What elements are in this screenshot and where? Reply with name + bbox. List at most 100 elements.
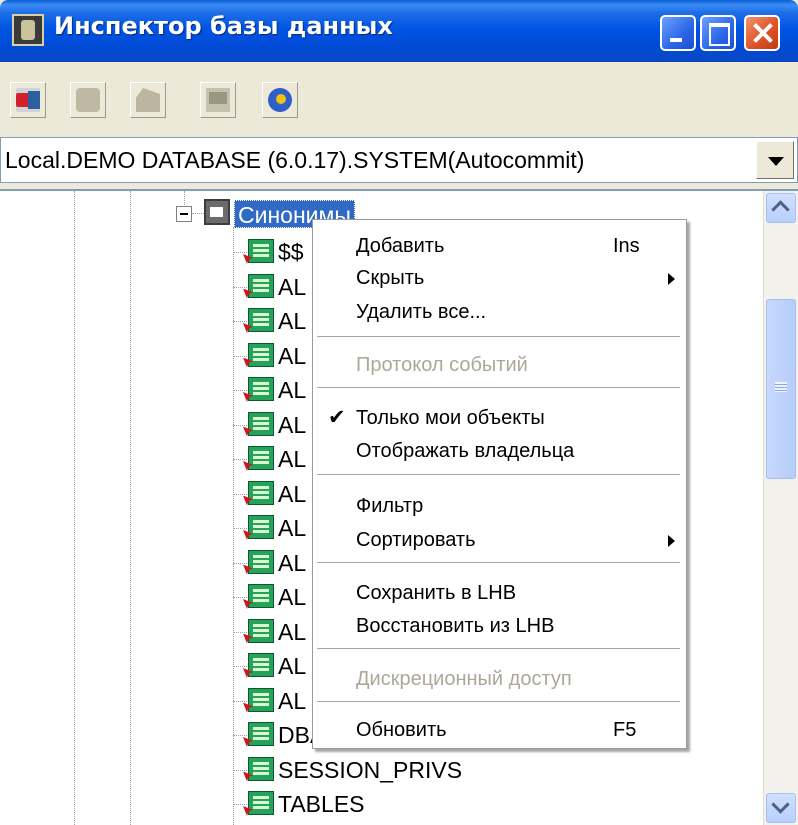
- tree-guide-line: [233, 597, 247, 598]
- tree-guide-line: [233, 286, 247, 288]
- menu-item-label: Добавить: [356, 235, 445, 257]
- user-button[interactable]: [70, 82, 106, 118]
- tree-node-label: AL: [278, 618, 307, 645]
- window-title: Инспектор базы данных: [54, 12, 393, 40]
- synonym-table-icon: [248, 273, 274, 298]
- tree-guide-line: [233, 321, 247, 322]
- menu-item-filter[interactable]: Фильтр: [313, 488, 686, 524]
- menu-item-label: Обновить: [356, 719, 447, 741]
- menu-item-refresh[interactable]: Обновить F5: [313, 712, 686, 748]
- grip-icon: [775, 382, 787, 392]
- tree-guide-line: [233, 735, 247, 736]
- checkmark-icon: ✔: [328, 406, 346, 429]
- tree-node-label: AL: [278, 342, 307, 369]
- menu-item-shortcut: F5: [613, 719, 637, 741]
- menu-separator: [317, 387, 680, 388]
- tree-guide-line: [184, 191, 185, 205]
- menu-item-show-owner[interactable]: Отображать владельца: [313, 433, 686, 469]
- menu-item-hide[interactable]: Скрыть: [313, 260, 686, 296]
- connection-select[interactable]: Local.DEMO DATABASE (6.0.17).SYSTEM(Auto…: [0, 137, 798, 183]
- tree-guide-line: [233, 390, 247, 391]
- synonym-table-icon: [248, 687, 274, 712]
- menu-item-discretionary-access: Дискреционный доступ: [313, 661, 686, 697]
- add-object-icon: [16, 88, 40, 112]
- user-icon: [76, 88, 100, 112]
- tree-node-label: AL: [278, 480, 307, 507]
- menu-item-sort[interactable]: Сортировать: [313, 522, 686, 558]
- menu-item-label: Дискреционный доступ: [356, 668, 572, 690]
- tree-guide-line: [233, 459, 247, 460]
- context-menu: Добавить Ins Скрыть Удалить все... Прото…: [312, 219, 687, 749]
- tree-node-label: AL: [278, 515, 307, 541]
- scroll-up-button[interactable]: [766, 193, 796, 223]
- add-object-button[interactable]: [10, 82, 46, 118]
- menu-item-label: Восстановить из LHB: [356, 615, 555, 637]
- menu-item-label: Сохранить в LHB: [356, 582, 517, 604]
- refresh-icon: [268, 88, 292, 112]
- tree-guide-line: [233, 631, 247, 633]
- synonym-table-icon: [248, 653, 274, 677]
- tree-node-label: AL: [278, 308, 307, 334]
- tree-node-label: AL: [278, 411, 307, 438]
- tree-node-label: AL: [278, 549, 307, 576]
- vertical-scrollbar[interactable]: [763, 191, 798, 825]
- tree-guide-line: [233, 700, 247, 702]
- window-icon: [206, 88, 230, 112]
- tree-node-label: $$: [278, 239, 304, 265]
- tree-guide-line: [233, 355, 247, 357]
- tree-guide-line: [233, 493, 247, 495]
- menu-item-label: Фильтр: [356, 495, 424, 517]
- synonym-table-icon: [248, 791, 274, 815]
- synonym-table-icon: [248, 446, 274, 470]
- tree-node-label: AL: [278, 687, 307, 714]
- menu-separator: [317, 701, 680, 702]
- maximize-button[interactable]: [700, 15, 736, 51]
- tree-node-label: TABLES: [278, 791, 365, 817]
- close-button[interactable]: [744, 15, 780, 51]
- minimize-button[interactable]: [660, 15, 696, 51]
- synonym-table-icon: [248, 308, 274, 332]
- submenu-arrow-icon: [668, 273, 675, 285]
- tree-node-label: SESSION_PRIVS: [278, 756, 463, 783]
- tree-guide-line: [233, 252, 247, 253]
- synonym-table-icon: [248, 756, 274, 781]
- tree-node-label: AL: [278, 446, 307, 472]
- synonym-table-icon: [248, 377, 274, 401]
- menu-item-restore-lhb[interactable]: Восстановить из LHB: [313, 608, 686, 644]
- collapse-toggle[interactable]: [176, 206, 192, 222]
- synonym-table-icon: [248, 618, 274, 643]
- grant-icon: [136, 88, 160, 112]
- menu-item-add[interactable]: Добавить Ins: [313, 228, 686, 264]
- menu-item-label: Протокол событий: [356, 354, 528, 376]
- synonyms-folder-icon: [204, 199, 230, 225]
- menu-item-label: Сортировать: [356, 529, 476, 551]
- refresh-button[interactable]: [262, 82, 298, 118]
- menu-item-event-log: Протокол событий: [313, 347, 686, 383]
- tree-guide-line: [233, 528, 247, 529]
- submenu-arrow-icon: [668, 535, 675, 547]
- scroll-thumb[interactable]: [766, 299, 796, 479]
- tree-guide-line: [192, 213, 204, 214]
- menu-separator: [317, 336, 680, 337]
- synonym-table-icon: [248, 411, 274, 436]
- grant-button[interactable]: [130, 82, 166, 118]
- menu-separator: [317, 648, 680, 649]
- menu-item-save-lhb[interactable]: Сохранить в LHB: [313, 575, 686, 611]
- tree-guide-line: [130, 191, 131, 825]
- window-button[interactable]: [200, 82, 236, 118]
- menu-item-only-my-objects[interactable]: ✔ Только мои объекты: [313, 400, 686, 436]
- dropdown-arrow-icon[interactable]: [756, 141, 794, 179]
- tree-guide-line: [233, 804, 247, 805]
- app-icon: [12, 14, 44, 46]
- synonym-table-icon: [248, 549, 274, 574]
- menu-item-delete-all[interactable]: Удалить все...: [313, 294, 686, 330]
- synonym-table-icon: [248, 239, 274, 263]
- synonym-table-icon: [248, 722, 274, 746]
- title-bar[interactable]: Инспектор базы данных: [0, 0, 798, 62]
- menu-item-shortcut: Ins: [613, 235, 640, 257]
- menu-item-label: Удалить все...: [356, 301, 487, 323]
- tree-guide-line: [233, 424, 247, 426]
- scroll-down-button[interactable]: [766, 793, 796, 823]
- tree-node-label: AL: [278, 653, 307, 679]
- tree-node-label: AL: [278, 377, 307, 403]
